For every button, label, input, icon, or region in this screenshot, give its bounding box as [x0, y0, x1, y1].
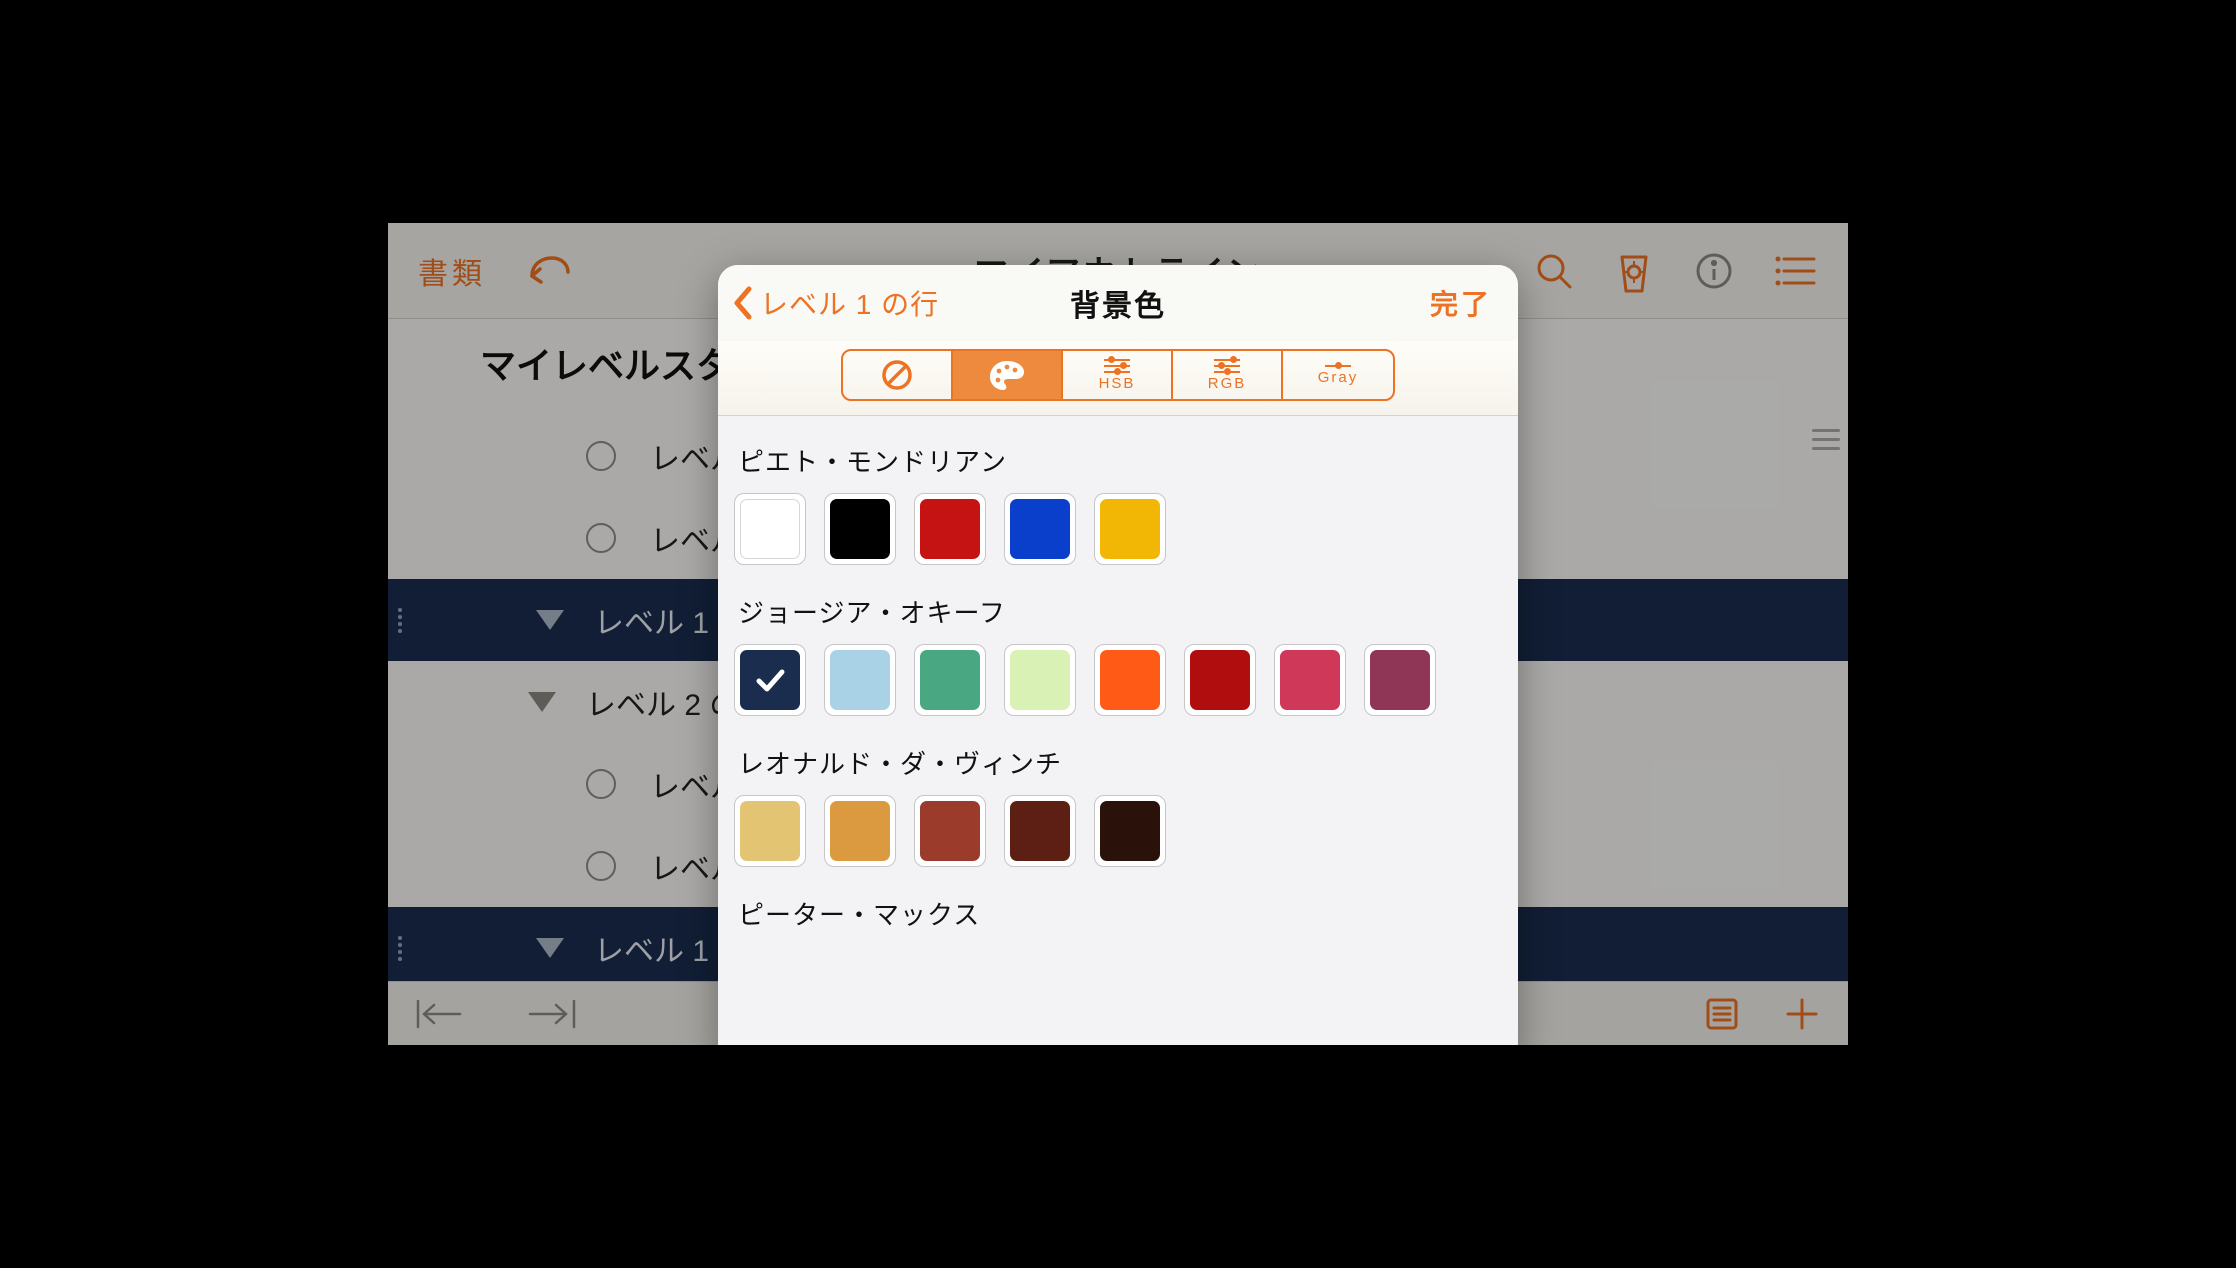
color-swatch[interactable] [824, 644, 896, 716]
segment-hsb-label: HSB [1099, 376, 1136, 391]
segment-rgb[interactable]: RGB [1173, 351, 1283, 399]
status-bullet-icon[interactable] [586, 523, 616, 553]
outdent-icon[interactable] [416, 997, 474, 1031]
disclosure-triangle-icon[interactable] [528, 692, 556, 712]
sliders-icon [1104, 359, 1130, 373]
no-color-icon [880, 358, 914, 392]
swatch-row [734, 795, 1502, 867]
color-swatch[interactable] [914, 493, 986, 565]
segment-rgb-label: RGB [1208, 376, 1247, 391]
segment-gray[interactable]: Gray [1283, 351, 1393, 399]
color-swatch[interactable] [734, 644, 806, 716]
palette-section-title: ピエト・モンドリアン [738, 442, 1498, 479]
color-swatch[interactable] [1004, 795, 1076, 867]
segment-none[interactable] [843, 351, 953, 399]
done-button[interactable]: 完了 [1430, 265, 1492, 341]
checkmark-icon [752, 662, 788, 698]
status-bullet-icon[interactable] [586, 769, 616, 799]
app-stage: 書類 マイアウトライン [388, 223, 1848, 1045]
color-swatch[interactable] [1004, 493, 1076, 565]
row-drag-handle-icon[interactable] [398, 936, 412, 961]
color-swatch[interactable] [914, 644, 986, 716]
sliders-icon [1325, 365, 1351, 367]
status-bullet-icon[interactable] [586, 851, 616, 881]
indent-icon[interactable] [518, 997, 576, 1031]
color-mode-segmented: HSB RGB Gray [718, 341, 1518, 416]
disclosure-triangle-icon[interactable] [536, 938, 564, 958]
swatch-row [734, 493, 1502, 565]
color-swatch[interactable] [1094, 795, 1166, 867]
segment-palette[interactable] [953, 351, 1063, 399]
row-drag-handle-icon[interactable] [398, 608, 412, 633]
back-button[interactable]: レベル 1 の行 [732, 265, 939, 341]
color-swatch[interactable] [734, 795, 806, 867]
swatch-row [734, 644, 1502, 716]
color-swatch[interactable] [734, 493, 806, 565]
back-label: レベル 1 の行 [760, 283, 939, 323]
color-swatch[interactable] [1364, 644, 1436, 716]
color-swatch[interactable] [1004, 644, 1076, 716]
palette-section-title: ジョージア・オキーフ [738, 593, 1498, 630]
color-swatch[interactable] [1184, 644, 1256, 716]
segment-hsb[interactable]: HSB [1063, 351, 1173, 399]
palette-icon [988, 359, 1026, 391]
color-swatch[interactable] [1094, 493, 1166, 565]
add-icon[interactable] [1784, 996, 1820, 1032]
chevron-left-icon [732, 285, 754, 321]
color-swatch[interactable] [1094, 644, 1166, 716]
popover-title: 背景色 [1070, 281, 1166, 325]
palette-section-title: ピーター・マックス [738, 895, 1498, 932]
disclosure-triangle-icon[interactable] [536, 610, 564, 630]
segment-gray-label: Gray [1318, 370, 1359, 385]
color-swatch[interactable] [1274, 644, 1346, 716]
sliders-icon [1214, 359, 1240, 373]
column-drag-handle-icon[interactable] [1804, 429, 1848, 469]
status-bullet-icon[interactable] [586, 441, 616, 471]
color-swatch[interactable] [824, 493, 896, 565]
note-icon[interactable] [1704, 996, 1740, 1032]
color-swatch[interactable] [914, 795, 986, 867]
color-popover: レベル 1 の行 背景色 完了 HSB R [718, 265, 1518, 1045]
palette-list: ピエト・モンドリアンジョージア・オキーフレオナルド・ダ・ヴィンチピーター・マック… [718, 416, 1518, 1045]
popover-header: レベル 1 の行 背景色 完了 [718, 265, 1518, 341]
row-label: レベル 2 の [586, 680, 739, 724]
color-swatch[interactable] [824, 795, 896, 867]
palette-section-title: レオナルド・ダ・ヴィンチ [738, 744, 1498, 781]
